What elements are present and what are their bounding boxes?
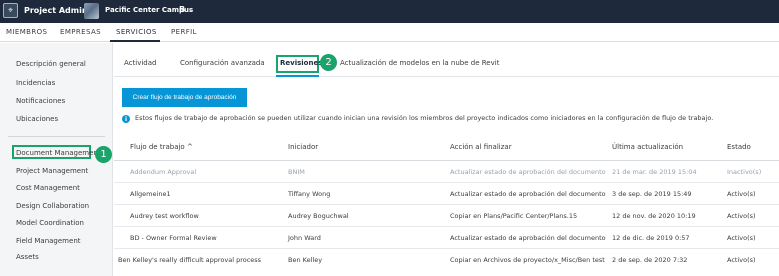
sidebar-item-cost-management[interactable]: Cost Management: [16, 184, 80, 192]
cell-updated: 12 de dic. de 2019 0:57: [612, 234, 690, 242]
cell-initiator: Audrey Boguchwal: [288, 212, 349, 220]
cell-initiator: Ben Kelley: [288, 256, 323, 264]
subtab-actividad[interactable]: Actividad: [124, 59, 156, 67]
tab-servicios[interactable]: SERVICIOS: [116, 28, 157, 36]
subtab-revisiones[interactable]: Revisiones: [280, 59, 322, 67]
sidebar-item-notificaciones[interactable]: Notificaciones: [16, 97, 65, 105]
app-title-dropdown[interactable]: Project Admin▾: [24, 6, 93, 15]
cell-workflow: Ben Kelley's really difficult approval p…: [118, 256, 262, 264]
chevron-down-icon: ▾: [189, 8, 192, 14]
cell-updated: 21 de mar. de 2019 15:04: [612, 168, 697, 176]
cell-workflow: Audrey test workflow: [130, 212, 199, 220]
subtab-configuracion-avanzada[interactable]: Configuración avanzada: [180, 59, 265, 67]
active-tab-indicator: [110, 40, 160, 42]
sidebar-item-incidencias[interactable]: Incidencias: [16, 79, 55, 87]
column-header-iniciador[interactable]: Iniciador: [288, 143, 318, 151]
sidebar-divider: [8, 136, 105, 137]
info-message: Estos flujos de trabajo de aprobación se…: [135, 114, 714, 122]
table-row[interactable]: Addendum Approval BNIM Actualizar estado…: [114, 161, 779, 183]
callout-badge-2: 2: [320, 54, 337, 71]
sidebar-item-field-management[interactable]: Field Management: [16, 237, 81, 245]
cell-initiator: John Ward: [288, 234, 321, 242]
cell-action: Actualizar estado de aprobación del docu…: [450, 234, 606, 242]
sidebar-item-assets[interactable]: Assets: [16, 253, 39, 261]
tab-empresas[interactable]: EMPRESAS: [60, 28, 101, 36]
table-row[interactable]: BD - Owner Formal Review John Ward Actua…: [114, 227, 779, 249]
sidebar-item-document-management[interactable]: Document Management: [16, 149, 101, 157]
cell-action: Actualizar estado de aprobación del docu…: [450, 190, 606, 198]
cell-action: Copiar en Plans/Pacific Center/Plans.15: [450, 212, 578, 220]
sidebar-item-project-management[interactable]: Project Management: [16, 167, 88, 175]
create-approval-workflow-button[interactable]: Crear flujo de trabajo de aprobación: [122, 88, 247, 107]
table-header-row: Flujo de trabajo ^ Iniciador Acción al f…: [114, 134, 779, 161]
cell-updated: 12 de nov. de 2020 10:19: [612, 212, 696, 220]
column-header-flujo-de-trabajo[interactable]: Flujo de trabajo ^: [130, 143, 193, 151]
cell-workflow: Allgemeine1: [130, 190, 171, 198]
active-subtab-indicator: [276, 75, 319, 77]
main-tabs: MIEMBROS EMPRESAS SERVICIOS PERFIL: [0, 23, 779, 42]
info-icon: i: [122, 115, 130, 123]
cell-workflow: BD - Owner Formal Review: [130, 234, 217, 242]
cell-status: Activo(s): [727, 212, 756, 220]
callout-badge-1: 1: [95, 146, 112, 163]
project-suffix: B: [179, 5, 186, 14]
tab-perfil[interactable]: PERFIL: [171, 28, 197, 36]
subtab-actualizacion-modelos-revit[interactable]: Actualización de modelos en la nube de R…: [340, 59, 499, 67]
cell-status: Activo(s): [727, 256, 756, 264]
cell-status: Activo(s): [727, 190, 756, 198]
table-row[interactable]: Audrey test workflow Audrey Boguchwal Co…: [114, 205, 779, 227]
cell-workflow: Addendum Approval: [130, 168, 197, 176]
sidebar-item-descripcion-general[interactable]: Descripción general: [16, 60, 86, 68]
table-row[interactable]: Allgemeine1 Tiffany Wong Actualizar esta…: [114, 183, 779, 205]
project-thumbnail: [84, 3, 99, 19]
sidebar-item-design-collaboration[interactable]: Design Collaboration: [16, 202, 89, 210]
cell-initiator: Tiffany Wong: [288, 190, 331, 198]
sidebar-item-model-coordination[interactable]: Model Coordination: [16, 219, 84, 227]
cell-action: Actualizar estado de aprobación del docu…: [450, 168, 606, 176]
project-selector[interactable]: B ▾: [179, 5, 192, 14]
column-header-estado[interactable]: Estado: [727, 143, 751, 151]
sort-ascending-icon: ^: [186, 143, 193, 151]
table-row[interactable]: Ben Kelley's really difficult approval p…: [114, 249, 779, 271]
cell-action: Copiar en Archivos de proyecto/x_Misc/Be…: [450, 256, 605, 264]
cell-updated: 3 de sep. de 2019 15:49: [612, 190, 692, 198]
top-bar: ⌖ Project Admin▾ Pacific Center Campus B…: [0, 0, 779, 23]
sidebar-item-ubicaciones[interactable]: Ubicaciones: [16, 115, 58, 123]
column-header-accion-al-finalizar[interactable]: Acción al finalizar: [450, 143, 512, 151]
app-title: Project Admin: [24, 6, 88, 15]
column-header-ultima-actualizacion[interactable]: Última actualización: [612, 143, 683, 151]
services-subtabs: Actividad Configuración avanzada Revisio…: [114, 43, 779, 77]
app-switcher-icon[interactable]: ⌖: [3, 3, 18, 18]
cell-updated: 2 de sep. de 2020 7:32: [612, 256, 688, 264]
tab-miembros[interactable]: MIEMBROS: [6, 28, 47, 36]
cell-status: Activo(s): [727, 234, 756, 242]
cell-status: Inactivo(s): [727, 168, 762, 176]
cell-initiator: BNIM: [288, 168, 305, 176]
column-header-label: Flujo de trabajo: [130, 143, 185, 151]
